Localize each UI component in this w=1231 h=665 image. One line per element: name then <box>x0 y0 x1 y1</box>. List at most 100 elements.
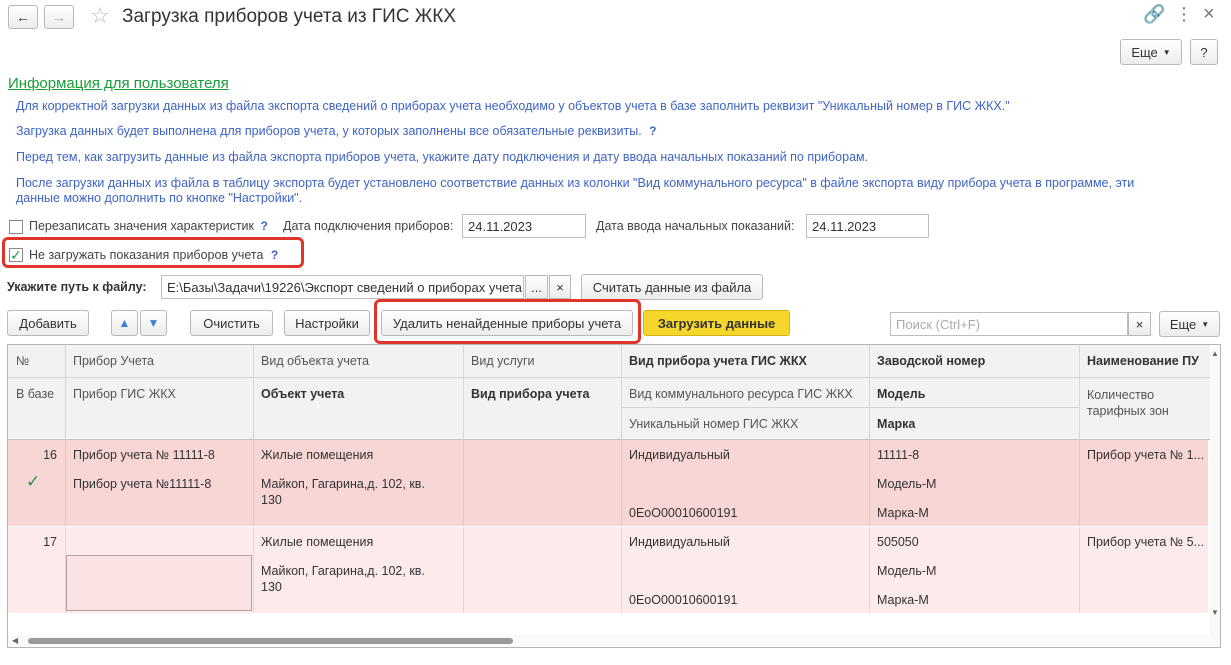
header-object-type[interactable]: Вид объекта учета <box>253 348 377 374</box>
devices-table[interactable]: № Прибор Учета Вид объекта учета Вид усл… <box>7 344 1221 648</box>
info-line-2-text: Загрузка данных будет выполнена для приб… <box>16 124 642 138</box>
read-file-button[interactable]: Считать данные из файла <box>581 274 763 300</box>
search-clear-button[interactable]: × <box>1128 312 1151 336</box>
row-serial: 11111-8 <box>877 448 920 462</box>
row-unique-num: 0EoO00010600191 <box>629 506 738 520</box>
info-line-1: Для корректной загрузки данных из файла … <box>16 99 1010 113</box>
search-input[interactable]: Поиск (Ctrl+F) <box>890 312 1128 336</box>
horizontal-scrollbar[interactable]: ◀ <box>8 635 1220 647</box>
row-device-type-gis: Индивидуальный <box>629 535 730 549</box>
no-readings-checkbox[interactable]: ✓ <box>9 248 23 262</box>
add-button[interactable]: Добавить <box>7 310 89 336</box>
favorite-star-icon[interactable]: ☆ <box>90 3 110 29</box>
dropdown-arrow-icon: ▼ <box>1201 319 1210 329</box>
row-num: 16 <box>43 448 57 462</box>
overwrite-help-icon[interactable]: ? <box>261 219 268 233</box>
row-device-type-gis: Индивидуальный <box>629 448 730 462</box>
info-heading[interactable]: Информация для пользователя <box>8 75 229 92</box>
initial-date-label: Дата ввода начальных показаний: <box>596 219 795 233</box>
header-device-gis[interactable]: Прибор ГИС ЖКХ <box>65 381 184 407</box>
search-clear-icon: × <box>1135 316 1144 332</box>
header-resource-type[interactable]: Вид коммунального ресурса ГИС ЖКХ <box>621 381 861 407</box>
row-model: Модель-М <box>877 564 937 578</box>
row-brand: Марка-М <box>877 593 929 607</box>
header-num[interactable]: № <box>8 348 37 374</box>
initial-date-input[interactable]: 24.11.2023 <box>806 214 929 238</box>
back-button[interactable]: ← <box>8 5 38 29</box>
header-unique-num[interactable]: Уникальный номер ГИС ЖКХ <box>621 411 806 437</box>
row-model: Модель-М <box>877 477 937 491</box>
row-unique-num: 0EoO00010600191 <box>629 593 738 607</box>
overwrite-label-text: Перезаписать значения характеристик <box>29 219 255 233</box>
table-row[interactable]: 16 ✓ Прибор учета № 11111-8 Прибор учета… <box>8 440 1208 526</box>
header-device-type-gis[interactable]: Вид прибора учета ГИС ЖКХ <box>621 348 815 374</box>
checkmark-icon: ✓ <box>10 247 22 263</box>
overwrite-label: Перезаписать значения характеристик ? <box>29 219 268 233</box>
help-button[interactable]: ? <box>1190 39 1218 65</box>
file-clear-button[interactable]: × <box>549 275 571 299</box>
overwrite-checkbox[interactable] <box>9 220 23 234</box>
header-serial[interactable]: Заводской номер <box>869 348 993 374</box>
search-placeholder: Поиск (Ctrl+F) <box>896 316 981 332</box>
file-browse-button[interactable]: ... <box>525 275 548 299</box>
window-more-button[interactable]: Еще ▼ <box>1120 39 1182 65</box>
header-name[interactable]: Наименование ПУ <box>1079 348 1207 374</box>
header-in-base[interactable]: В базе <box>8 381 62 407</box>
table-more-button[interactable]: Еще ▼ <box>1159 311 1220 337</box>
vertical-scrollbar[interactable]: ▲ ▼ <box>1210 345 1220 635</box>
row-object: Майкоп, Гагарина,д. 102, кв. 130 <box>261 477 425 507</box>
header-object[interactable]: Объект учета <box>253 381 352 407</box>
load-data-button[interactable]: Загрузить данные <box>643 310 790 336</box>
header-model[interactable]: Модель <box>869 381 933 407</box>
header-service[interactable]: Вид услуги <box>463 348 543 374</box>
row-name: Прибор учета № 5... <box>1087 535 1205 549</box>
row-device: Прибор учета № 11111-8 <box>73 448 215 462</box>
clear-button[interactable]: Очистить <box>190 310 273 336</box>
help-label: ? <box>1200 44 1208 60</box>
arrow-right-icon: → <box>52 9 66 25</box>
arrow-left-icon: ← <box>16 9 30 25</box>
connect-date-input[interactable]: 24.11.2023 <box>462 214 586 238</box>
row-name: Прибор учета № 1... <box>1087 448 1205 462</box>
scroll-down-icon[interactable]: ▼ <box>1211 608 1219 617</box>
connect-date-label: Дата подключения приборов: <box>283 219 454 233</box>
row-device-gis: Прибор учета №11111-8 <box>73 477 212 491</box>
window-title: Загрузка приборов учета из ГИС ЖКХ <box>122 6 457 27</box>
row-object: Майкоп, Гагарина,д. 102, кв. 130 <box>261 564 425 594</box>
info-line-3: Перед тем, как загрузить данные из файла… <box>16 150 869 164</box>
browse-label: ... <box>531 279 542 295</box>
forward-button[interactable]: → <box>44 5 74 29</box>
file-path-label: Укажите путь к файлу: <box>7 280 147 294</box>
header-zones[interactable]: Количество тарифных зон <box>1079 381 1209 425</box>
move-down-button[interactable]: ▼ <box>140 310 167 336</box>
horizontal-scroll-thumb[interactable] <box>28 638 513 644</box>
scroll-up-icon[interactable]: ▲ <box>1211 349 1219 358</box>
row-device-gis-empty[interactable] <box>66 555 252 611</box>
table-header <box>8 345 1220 439</box>
info-line-2: Загрузка данных будет выполнена для приб… <box>16 123 657 140</box>
table-row[interactable]: 17 Жилые помещения Майкоп, Гагарина,д. 1… <box>8 527 1208 613</box>
no-readings-label-text: Не загружать показания приборов учета <box>29 248 264 262</box>
no-readings-help-icon[interactable]: ? <box>271 248 278 262</box>
no-readings-label: Не загружать показания приборов учета ? <box>29 248 278 262</box>
delete-not-found-button[interactable]: Удалить ненайденные приборы учета <box>381 310 633 336</box>
scroll-left-icon[interactable]: ◀ <box>12 636 18 645</box>
file-path-input[interactable]: E:\Базы\Задачи\19226\Экспорт сведений о … <box>161 275 524 299</box>
row-check-icon: ✓ <box>26 474 41 490</box>
row-brand: Марка-М <box>877 506 929 520</box>
arrow-up-icon: ▲ <box>118 316 131 330</box>
header-device[interactable]: Прибор Учета <box>65 348 162 374</box>
settings-button[interactable]: Настройки <box>284 310 370 336</box>
table-more-label: Еще <box>1169 316 1197 332</box>
move-up-button[interactable]: ▲ <box>111 310 138 336</box>
row-serial: 505050 <box>877 535 919 549</box>
info-help-icon[interactable]: ? <box>649 124 656 138</box>
row-object-type: Жилые помещения <box>261 535 374 549</box>
arrow-down-icon: ▼ <box>147 316 160 330</box>
link-icon[interactable]: 🔗 <box>1143 4 1165 25</box>
kebab-menu-icon[interactable]: ⋮ <box>1175 4 1193 25</box>
dropdown-arrow-icon: ▼ <box>1162 47 1171 57</box>
close-icon[interactable]: × <box>1203 3 1215 26</box>
header-device-type[interactable]: Вид прибора учета <box>463 381 597 407</box>
header-brand[interactable]: Марка <box>869 411 923 437</box>
